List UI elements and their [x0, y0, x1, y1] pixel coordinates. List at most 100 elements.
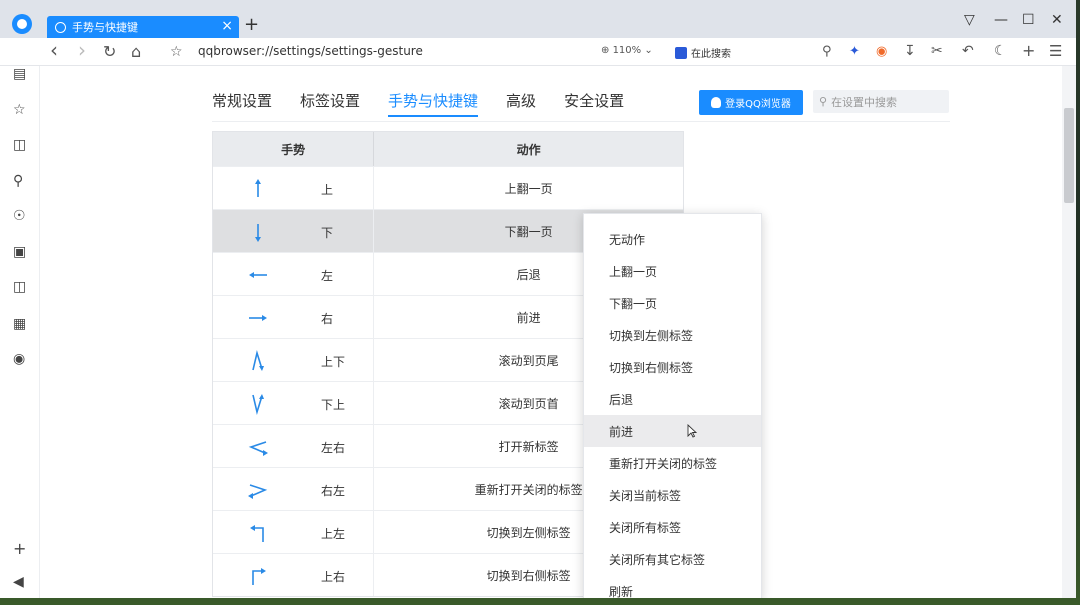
maximize-button[interactable]: ☐ — [1022, 12, 1035, 28]
dropdown-item[interactable]: 关闭所有其它标签 — [584, 543, 761, 575]
arrow-down-icon — [255, 224, 261, 242]
table-row[interactable]: 上 上翻一页 — [213, 166, 683, 209]
gesture-label: 上 — [321, 183, 334, 197]
gesture-label: 左 — [321, 269, 334, 283]
dropdown-item[interactable]: 重新打开关闭的标签 — [584, 447, 761, 479]
right-left-icon — [248, 484, 268, 499]
gesture-label: 上左 — [321, 527, 346, 541]
tab-security[interactable]: 安全设置 — [564, 90, 624, 117]
page-scrollbar[interactable] — [1062, 66, 1076, 598]
scissors-icon[interactable]: ✂ — [931, 43, 943, 59]
up-down-icon — [252, 350, 264, 371]
up-right-icon — [252, 568, 266, 585]
extension-bird-icon[interactable]: ✦ — [849, 44, 860, 59]
tab-tabs[interactable]: 标签设置 — [300, 90, 360, 117]
bookmark-star-icon[interactable]: ☆ — [170, 44, 183, 60]
tab-general[interactable]: 常规设置 — [212, 90, 272, 117]
book-icon[interactable]: ◫ — [13, 137, 26, 153]
browser-window: 手势与快捷键 × + ▽ — ☐ ✕ ‹ › ↻ ⌂ ☆ qqbrowser:/… — [0, 0, 1076, 598]
gesture-label: 上右 — [321, 570, 346, 584]
chat-icon[interactable]: ☉ — [13, 208, 26, 224]
search-input-icon: ⚲ — [819, 95, 828, 108]
settings-search-placeholder: 在设置中搜索 — [831, 95, 898, 109]
undo-icon[interactable]: ↶ — [962, 43, 974, 59]
box-icon[interactable]: ▣ — [13, 244, 26, 260]
dropdown-item[interactable]: 无动作 — [584, 223, 761, 255]
login-qq-button[interactable]: 登录QQ浏览器 — [699, 90, 803, 115]
eye-icon[interactable]: ◉ — [13, 351, 25, 367]
arrow-up-icon — [255, 179, 261, 197]
gesture-cell: 右 — [213, 296, 375, 338]
tab-settings-gesture[interactable]: 手势与快捷键 × — [47, 16, 239, 38]
down-up-icon — [252, 394, 264, 415]
search-engine-placeholder: 在此搜索 — [691, 49, 731, 60]
settings-nav: 常规设置 标签设置 手势与快捷键 高级 安全设置 — [212, 90, 652, 117]
search-sidebar-icon[interactable]: ⚲ — [13, 173, 23, 189]
download-icon[interactable]: ↧ — [904, 43, 916, 59]
gesture-label: 左右 — [321, 441, 346, 455]
login-button-label: 登录QQ浏览器 — [725, 99, 791, 110]
table-header: 手势 动作 — [213, 132, 683, 166]
tab-gesture-shortcuts[interactable]: 手势与快捷键 — [388, 90, 479, 117]
minimize-button[interactable]: — — [994, 12, 1008, 28]
settings-search-input[interactable]: ⚲ 在设置中搜索 — [813, 90, 949, 113]
action-label: 切换到右侧标签 — [486, 568, 571, 583]
header-gesture: 手势 — [213, 132, 375, 166]
dropdown-item[interactable]: 关闭所有标签 — [584, 511, 761, 543]
collapse-sidebar-icon[interactable]: ◀ — [13, 574, 24, 590]
tab-advanced[interactable]: 高级 — [506, 90, 536, 117]
address-bar[interactable]: qqbrowser://settings/settings-gesture — [198, 44, 423, 58]
skin-icon[interactable]: ▽ — [964, 12, 975, 28]
reading-icon[interactable]: ▤ — [13, 66, 26, 82]
home-button[interactable]: ⌂ — [131, 42, 141, 61]
close-window-button[interactable]: ✕ — [1051, 12, 1063, 28]
qq-browser-logo-icon[interactable] — [12, 14, 32, 34]
gesture-label: 下上 — [321, 398, 346, 412]
gesture-cell: 右左 — [213, 468, 375, 510]
action-cell[interactable]: 上翻一页 — [374, 167, 683, 209]
gesture-cell: 上下 — [213, 339, 375, 381]
action-label: 滚动到页尾 — [498, 353, 559, 368]
search-engine-icon — [675, 47, 687, 59]
dropdown-item[interactable]: 后退 — [584, 383, 761, 415]
search-icon[interactable]: ⚲ — [822, 44, 832, 59]
dropdown-item[interactable]: 切换到左侧标签 — [584, 319, 761, 351]
game-controller-icon[interactable]: ◉ — [876, 44, 887, 59]
zoom-indicator[interactable]: ⊕ 110% ⌄ — [601, 45, 653, 56]
settings-tab-icon — [55, 21, 66, 33]
dark-mode-icon[interactable]: ☾ — [994, 43, 1007, 59]
dropdown-item[interactable]: 切换到右侧标签 — [584, 351, 761, 383]
favorites-star-icon[interactable]: ☆ — [13, 102, 26, 118]
up-left-icon — [250, 525, 264, 542]
action-label: 后退 — [516, 267, 541, 282]
tab-title: 手势与快捷键 — [72, 21, 138, 34]
navigation-toolbar: ‹ › ↻ ⌂ ☆ qqbrowser://settings/settings-… — [0, 38, 1076, 66]
mouse-cursor-icon — [687, 424, 697, 438]
scrollbar-thumb[interactable] — [1064, 108, 1074, 203]
dropdown-item[interactable]: 关闭当前标签 — [584, 479, 761, 511]
cart-icon[interactable]: ◫ — [13, 279, 26, 295]
add-icon[interactable]: + — [1022, 41, 1035, 60]
dropdown-item[interactable]: 前进 — [584, 415, 761, 447]
sidebar-add-icon[interactable]: + — [13, 539, 26, 558]
menu-icon[interactable]: ☰ — [1049, 42, 1062, 60]
forward-button[interactable]: › — [78, 38, 86, 62]
action-label: 打开新标签 — [498, 439, 559, 454]
tab-close-button[interactable]: × — [221, 18, 233, 34]
translate-icon[interactable]: ▦ — [13, 316, 26, 332]
gesture-cell: 左 — [213, 253, 375, 295]
dropdown-item[interactable]: 下翻一页 — [584, 287, 761, 319]
back-button[interactable]: ‹ — [50, 38, 58, 62]
settings-content: 常规设置 标签设置 手势与快捷键 高级 安全设置 登录QQ浏览器 ⚲ 在设置中搜… — [40, 66, 1062, 598]
arrow-left-icon — [249, 272, 267, 278]
search-engine-box[interactable]: 在此搜索 — [675, 45, 731, 60]
gesture-cell: 下 — [213, 210, 375, 252]
reload-button[interactable]: ↻ — [103, 42, 116, 61]
zoom-level: 110% — [612, 45, 642, 56]
action-label: 滚动到页首 — [498, 396, 559, 411]
dropdown-item[interactable]: 上翻一页 — [584, 255, 761, 287]
new-tab-button[interactable]: + — [244, 14, 259, 35]
gesture-label: 下 — [321, 226, 334, 240]
title-bar: 手势与快捷键 × + ▽ — ☐ ✕ — [0, 0, 1076, 38]
dropdown-item[interactable]: 刷新 — [584, 575, 761, 599]
